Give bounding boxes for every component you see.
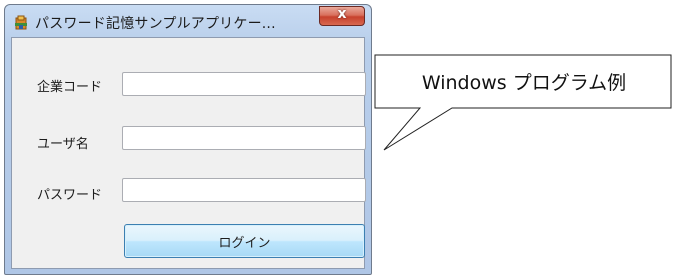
callout-shape	[374, 54, 672, 151]
callout-text: Windows プログラム例	[421, 72, 627, 94]
